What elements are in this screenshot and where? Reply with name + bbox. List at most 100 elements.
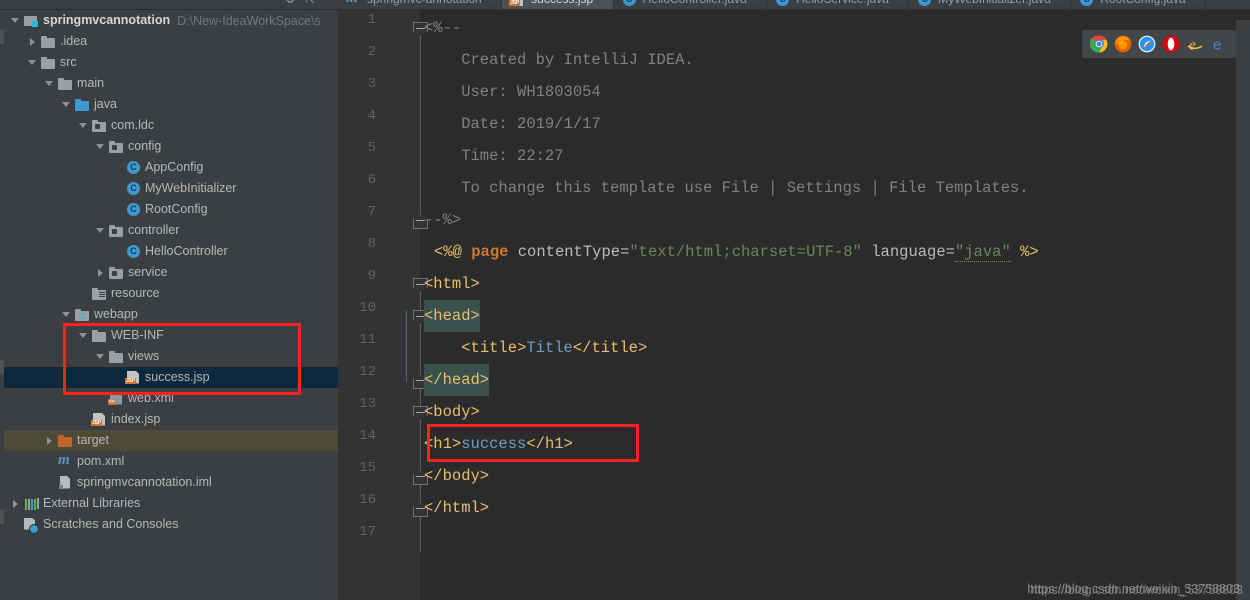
tree-row-success-jsp[interactable]: success.jsp	[4, 367, 338, 388]
code-line-15: </body>	[424, 467, 490, 485]
internet-explorer-icon[interactable]: e	[1186, 35, 1204, 53]
jsp-file-icon	[91, 412, 107, 428]
line-number: 2	[367, 44, 376, 60]
code-text-area[interactable]: <%-- Created by IntelliJ IDEA. User: WH1…	[420, 10, 1250, 600]
chevron-down-icon[interactable]	[78, 330, 89, 341]
tree-row-label: service	[128, 265, 168, 279]
tree-row-index-jsp[interactable]: index.jsp	[4, 409, 338, 430]
tree-row-src[interactable]: src	[4, 52, 338, 73]
tree-row-config[interactable]: config	[4, 136, 338, 157]
close-icon[interactable]: ×	[1057, 0, 1063, 5]
collapse-all-icon[interactable]: ⇱	[305, 0, 314, 6]
chevron-down-icon[interactable]	[61, 309, 72, 320]
tree-row-com-ldc[interactable]: com.ldc	[4, 115, 338, 136]
tree-row-web-inf[interactable]: WEB-INF	[4, 325, 338, 346]
firefox-icon[interactable]	[1114, 35, 1132, 53]
watermark-url-overlay: https://blog.csdn.net/weixin_53758803	[1030, 583, 1243, 597]
watermark-text: https://blog.csdn.net/weixin_53758803 ht…	[1027, 582, 1243, 597]
chevron-down-icon[interactable]	[95, 351, 106, 362]
chevron-down-icon[interactable]	[78, 120, 89, 131]
java-class-icon	[774, 0, 790, 6]
tree-row-springmvcannotation-iml[interactable]: springmvcannotation.iml	[4, 472, 338, 493]
editor-gutter[interactable]: 1 2 3 4 5 6 7 8 9 10 11 12 13 14 15 16 17	[338, 10, 428, 600]
close-icon[interactable]: ×	[1192, 0, 1198, 5]
java-class-icon	[1078, 0, 1094, 6]
close-icon[interactable]: ×	[895, 0, 901, 5]
tree-row-label: HelloController	[145, 244, 228, 258]
tree-row-target[interactable]: target	[4, 430, 338, 451]
chevron-right-icon[interactable]	[27, 36, 38, 47]
svg-text:e: e	[1213, 37, 1221, 54]
close-icon[interactable]: ×	[488, 0, 494, 5]
tree-row-web-xml[interactable]: web.xml	[4, 388, 338, 409]
editor-tab-hellocontroller-java[interactable]: HelloController.java ×	[614, 0, 768, 9]
tree-row-label: com.ldc	[111, 118, 155, 132]
tree-row-main[interactable]: main	[4, 73, 338, 94]
opera-icon[interactable]	[1162, 35, 1180, 53]
chevron-right-icon[interactable]	[10, 498, 21, 509]
tree-row-pom-xml[interactable]: pom.xml	[4, 451, 338, 472]
line-number: 15	[359, 460, 376, 476]
tree-row-label: success.jsp	[145, 370, 210, 384]
chevron-down-icon[interactable]	[44, 78, 55, 89]
edge-icon[interactable]: e	[1210, 35, 1228, 54]
package-icon	[108, 139, 124, 155]
editor-marker-scrollbar[interactable]	[1236, 20, 1250, 600]
line-number: 5	[367, 140, 376, 156]
code-line-13: <body>	[424, 403, 480, 421]
close-icon[interactable]: ×	[599, 0, 605, 5]
tree-row-resource[interactable]: resource	[4, 283, 338, 304]
chevron-right-icon[interactable]	[44, 435, 55, 446]
tree-row-java[interactable]: java	[4, 94, 338, 115]
tree-row-controller[interactable]: controller	[4, 220, 338, 241]
chevron-down-icon[interactable]	[95, 141, 106, 152]
maven-icon	[57, 452, 73, 470]
tree-row-mywebinitializer[interactable]: MyWebInitializer	[4, 178, 338, 199]
line-number: 8	[367, 236, 376, 252]
line-number: 7	[367, 204, 376, 220]
browser-launch-bar[interactable]: e e	[1082, 30, 1236, 58]
line-number: 13	[359, 396, 376, 412]
chevron-right-icon[interactable]	[95, 267, 106, 278]
package-icon	[91, 118, 107, 134]
editor-tab-helloservice-java[interactable]: HelloService.java ×	[767, 0, 910, 9]
tree-row-views[interactable]: views	[4, 346, 338, 367]
chrome-icon[interactable]	[1090, 35, 1108, 53]
tree-row-rootconfig[interactable]: RootConfig	[4, 199, 338, 220]
editor-tab-mywebinitializer-java[interactable]: MyWebInitializer.java ×	[909, 0, 1072, 9]
tree-row-service[interactable]: service	[4, 262, 338, 283]
chevron-down-icon[interactable]	[10, 15, 21, 26]
editor-tab-label: HelloController.java	[643, 0, 747, 6]
attr-language-name: language=	[871, 243, 955, 261]
project-tree[interactable]: springmvcannotation D:\New-IdeaWorkSpace\…	[4, 10, 338, 600]
code-line-3: User: WH1803054	[424, 83, 601, 101]
hide-icon[interactable]: ⎯	[325, 0, 331, 6]
close-icon[interactable]: ×	[753, 0, 759, 5]
chevron-down-icon[interactable]	[27, 57, 38, 68]
editor-tab-springmvc-annotation[interactable]: springmvc-annotation ×	[338, 0, 503, 9]
gear-icon[interactable]: ⚙	[285, 0, 295, 6]
tree-row-external-libraries[interactable]: External Libraries	[4, 493, 338, 514]
safari-icon[interactable]	[1138, 35, 1156, 53]
tree-row-scratches-and-consoles[interactable]: Scratches and Consoles	[4, 514, 338, 535]
code-line-14: <h1>success</h1>	[424, 435, 573, 453]
chevron-down-icon[interactable]	[95, 225, 106, 236]
tree-row-springmvcannotation[interactable]: springmvcannotation D:\New-IdeaWorkSpace\…	[4, 10, 338, 31]
tree-row-appconfig[interactable]: AppConfig	[4, 157, 338, 178]
tree-row-label: java	[94, 97, 117, 111]
code-line-4: Date: 2019/1/17	[424, 115, 601, 133]
tree-row-hellocontroller[interactable]: HelloController	[4, 241, 338, 262]
editor-tab-success-jsp[interactable]: success.jsp ×	[502, 0, 614, 9]
code-line-2: Created by IntelliJ IDEA.	[424, 51, 694, 69]
tree-row-label: springmvcannotation.iml	[77, 475, 212, 489]
jsp-file-icon	[509, 0, 523, 6]
tree-row-idea[interactable]: .idea	[4, 31, 338, 52]
code-line-8: <%@ page contentType="text/html;charset=…	[434, 236, 1039, 268]
tree-row-webapp[interactable]: webapp	[4, 304, 338, 325]
editor-tab-rootconfig-java[interactable]: RootConfig.java ×	[1071, 0, 1207, 9]
chevron-down-icon[interactable]	[61, 99, 72, 110]
